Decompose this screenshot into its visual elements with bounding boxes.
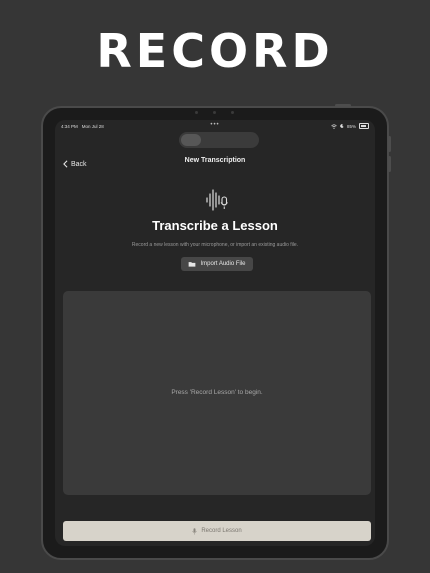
panel-placeholder: Press 'Record Lesson' to begin. [171,389,263,396]
record-lesson-button[interactable]: Record Lesson [63,521,371,541]
headline: RECORD [96,24,334,78]
page-heading: Transcribe a Lesson [152,218,278,233]
tablet-frame: 4:34 PM Mon Jul 28 85% ••• Back New Tran… [41,104,391,560]
top-button [335,104,351,107]
volume-button [388,136,391,152]
nav-title: New Transcription [184,157,246,164]
multitask-dots[interactable]: ••• [55,122,375,128]
camera-dot [213,111,216,114]
import-audio-label: Import Audio File [200,261,246,267]
page-description: Record a new lesson with your microphone… [131,242,299,248]
record-lesson-label: Record Lesson [201,528,242,534]
camera-dot [195,111,198,114]
waveform-mic-icon [206,189,228,211]
segmented-control[interactable] [179,132,259,148]
app-screen: 4:34 PM Mon Jul 28 85% ••• Back New Tran… [55,120,375,546]
transcription-panel: Press 'Record Lesson' to begin. [63,291,371,495]
volume-button [388,156,391,172]
camera-dot [231,111,234,114]
mic-icon [192,527,198,534]
folder-icon [189,262,196,267]
segmented-control-thumb[interactable] [181,134,201,146]
import-audio-button[interactable]: Import Audio File [181,257,253,271]
